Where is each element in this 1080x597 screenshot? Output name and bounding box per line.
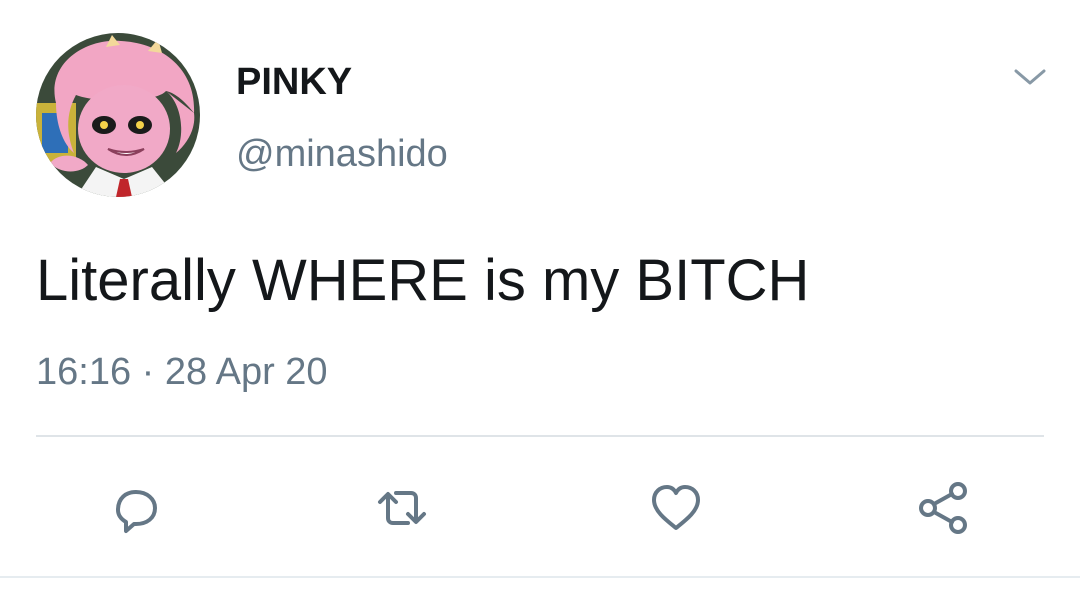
share-icon [919, 482, 967, 534]
tweet-time: 16:16 [36, 351, 132, 393]
like-button[interactable] [644, 476, 708, 540]
author-display-name[interactable]: PINKY [236, 60, 352, 104]
share-button[interactable] [912, 476, 976, 540]
author-handle[interactable]: @minashido [236, 132, 448, 176]
meta-separator: · [141, 351, 155, 393]
like-icon [652, 485, 700, 530]
retweet-icon [378, 491, 426, 525]
avatar-image [36, 33, 200, 197]
reply-button[interactable] [104, 476, 168, 540]
tweet-options-button[interactable] [1004, 58, 1056, 98]
tweet-date: 28 Apr 20 [164, 351, 328, 393]
tweet-timestamp[interactable]: 16:16 · 28 Apr 20 [36, 348, 328, 396]
retweet-button[interactable] [370, 476, 434, 540]
divider [36, 435, 1044, 437]
tweet-text: Literally WHERE is my BITCH [36, 248, 810, 313]
bottom-divider [0, 576, 1080, 578]
avatar[interactable] [36, 33, 200, 197]
reply-icon [116, 490, 157, 533]
chevron-down-icon [1014, 69, 1046, 85]
